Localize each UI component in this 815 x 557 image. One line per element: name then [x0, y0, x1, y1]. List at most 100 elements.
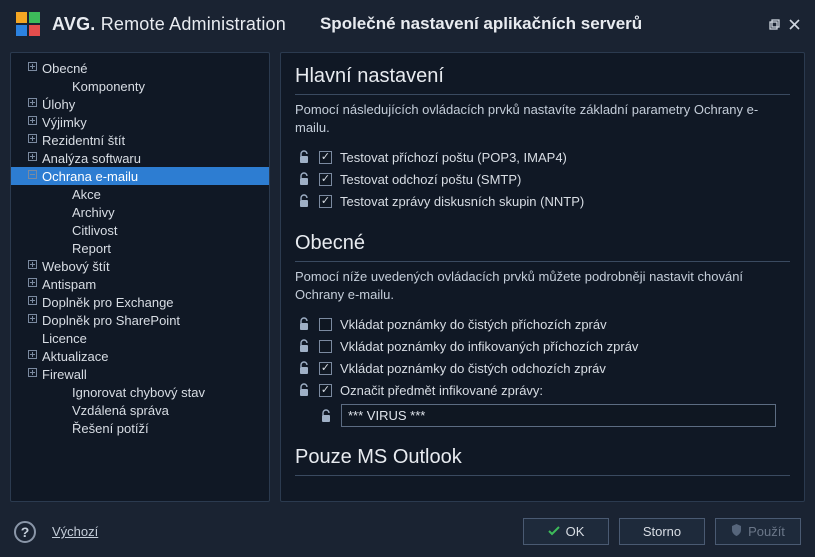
sidebar-item-3[interactable]: Výjimky [11, 113, 269, 131]
virus-subject-input[interactable] [341, 404, 776, 427]
section-title-outlook: Pouze MS Outlook [295, 444, 790, 476]
titlebar: AVG. Remote Administration Společné nast… [0, 0, 815, 44]
main-options: Testovat příchozí poštu (POP3, IMAP4) Tes… [295, 146, 790, 212]
help-icon[interactable]: ? [14, 521, 36, 543]
shield-icon [731, 524, 742, 539]
sidebar-item-7[interactable]: Akce [11, 185, 269, 203]
restore-icon[interactable] [767, 17, 781, 31]
expand-icon[interactable] [27, 368, 38, 380]
footer-right: OK Storno Použít [523, 518, 801, 545]
sidebar-item-label: Výjimky [42, 115, 87, 130]
ok-button[interactable]: OK [523, 518, 609, 545]
section-desc-main: Pomocí následujících ovládacích prvků na… [295, 101, 790, 136]
sidebar[interactable]: ObecnéKomponenty Úlohy Výjimky Rezidentní š… [10, 52, 270, 502]
sidebar-item-8[interactable]: Archivy [11, 203, 269, 221]
expand-icon[interactable] [27, 350, 38, 362]
sidebar-item-15[interactable]: Licence [11, 329, 269, 347]
sidebar-item-20[interactable]: Řešení potíží [11, 419, 269, 437]
brand-strong: AVG [52, 14, 90, 34]
sidebar-item-18[interactable]: Ignorovat chybový stav [11, 383, 269, 401]
expand-icon[interactable] [27, 260, 38, 272]
sidebar-item-4[interactable]: Rezidentní štít [11, 131, 269, 149]
section-title-general: Obecné [295, 230, 790, 262]
sidebar-item-label: Úlohy [42, 97, 75, 112]
expand-icon[interactable] [27, 116, 38, 128]
window-buttons [767, 17, 801, 31]
expand-icon[interactable] [27, 62, 38, 74]
general-opt-label-3[interactable]: Označit předmět infikované zprávy: [340, 383, 543, 398]
close-icon[interactable] [787, 17, 801, 31]
sidebar-item-label: Obecné [42, 61, 88, 76]
brand-text: AVG. Remote Administration [52, 14, 286, 35]
main-opt-checkbox-2[interactable] [319, 195, 332, 208]
sidebar-item-label: Licence [42, 331, 87, 346]
sidebar-item-label: Akce [72, 187, 101, 202]
sidebar-item-label: Ignorovat chybový stav [72, 385, 205, 400]
general-opt-label-2[interactable]: Vkládat poznámky do čistých odchozích zp… [340, 361, 606, 376]
general-opt-label-0[interactable]: Vkládat poznámky do čistých příchozích z… [340, 317, 607, 332]
ok-label: OK [566, 524, 585, 539]
sidebar-item-13[interactable]: Doplněk pro Exchange [11, 293, 269, 311]
general-options: Vkládat poznámky do čistých příchozích z… [295, 313, 790, 401]
sidebar-item-11[interactable]: Webový štít [11, 257, 269, 275]
general-opt-label-1[interactable]: Vkládat poznámky do infikovaných příchoz… [340, 339, 638, 354]
lock-icon[interactable] [297, 171, 311, 187]
expand-icon[interactable] [27, 296, 38, 308]
sidebar-item-10[interactable]: Report [11, 239, 269, 257]
general-opt-checkbox-1[interactable] [319, 340, 332, 353]
section-desc-general: Pomocí níže uvedených ovládacích prvků m… [295, 268, 790, 303]
sidebar-item-label: Webový štít [42, 259, 110, 274]
footer: ? Výchozí OK Storno Použít [0, 510, 815, 557]
sidebar-item-2[interactable]: Úlohy [11, 95, 269, 113]
apply-button[interactable]: Použít [715, 518, 801, 545]
sidebar-item-label: Rezidentní štít [42, 133, 125, 148]
sidebar-item-9[interactable]: Citlivost [11, 221, 269, 239]
expand-icon[interactable] [27, 134, 38, 146]
lock-icon[interactable] [297, 149, 311, 165]
sidebar-item-0[interactable]: Obecné [11, 59, 269, 77]
general-opt-checkbox-3[interactable] [319, 384, 332, 397]
lock-icon[interactable] [319, 408, 333, 424]
main-opt-checkbox-0[interactable] [319, 151, 332, 164]
main-opt-label-0[interactable]: Testovat příchozí poštu (POP3, IMAP4) [340, 150, 567, 165]
sidebar-item-label: Report [72, 241, 111, 256]
lock-icon[interactable] [297, 382, 311, 398]
sidebar-item-19[interactable]: Vzdálená správa [11, 401, 269, 419]
expand-icon[interactable] [27, 152, 38, 164]
expand-icon[interactable] [27, 278, 38, 290]
sidebar-item-label: Doplněk pro Exchange [42, 295, 174, 310]
sidebar-item-14[interactable]: Doplněk pro SharePoint [11, 311, 269, 329]
sidebar-item-5[interactable]: Analýza softwaru [11, 149, 269, 167]
sidebar-item-label: Vzdálená správa [72, 403, 169, 418]
sidebar-item-6[interactable]: Ochrana e-mailu [11, 167, 269, 185]
lock-icon[interactable] [297, 316, 311, 332]
main-opt-row-0: Testovat příchozí poštu (POP3, IMAP4) [295, 146, 790, 168]
general-opt-row-1: Vkládat poznámky do infikovaných příchoz… [295, 335, 790, 357]
sidebar-item-label: Řešení potíží [72, 421, 149, 436]
main-opt-checkbox-1[interactable] [319, 173, 332, 186]
general-opt-checkbox-0[interactable] [319, 318, 332, 331]
content-panel[interactable]: Hlavní nastavení Pomocí následujících ov… [280, 52, 805, 502]
main-area: ObecnéKomponentyÚlohyVýjimkyRezidentní š… [0, 44, 815, 510]
general-opt-checkbox-2[interactable] [319, 362, 332, 375]
sidebar-item-label: Citlivost [72, 223, 118, 238]
main-opt-label-1[interactable]: Testovat odchozí poštu (SMTP) [340, 172, 521, 187]
sidebar-item-16[interactable]: Aktualizace [11, 347, 269, 365]
footer-left: ? Výchozí [14, 521, 98, 543]
collapse-icon[interactable] [27, 170, 38, 182]
default-link[interactable]: Výchozí [52, 524, 98, 539]
sidebar-item-label: Ochrana e-mailu [42, 169, 138, 184]
general-opt-row-0: Vkládat poznámky do čistých příchozích z… [295, 313, 790, 335]
lock-icon[interactable] [297, 338, 311, 354]
section-title-main: Hlavní nastavení [295, 63, 790, 95]
lock-icon[interactable] [297, 360, 311, 376]
cancel-button[interactable]: Storno [619, 518, 705, 545]
lock-icon[interactable] [297, 193, 311, 209]
expand-icon[interactable] [27, 314, 38, 326]
expand-icon[interactable] [27, 98, 38, 110]
main-opt-label-2[interactable]: Testovat zprávy diskusních skupin (NNTP) [340, 194, 584, 209]
sidebar-item-1[interactable]: Komponenty [11, 77, 269, 95]
sidebar-item-12[interactable]: Antispam [11, 275, 269, 293]
sidebar-item-17[interactable]: Firewall [11, 365, 269, 383]
page-title: Společné nastavení aplikačních serverů [320, 14, 642, 34]
